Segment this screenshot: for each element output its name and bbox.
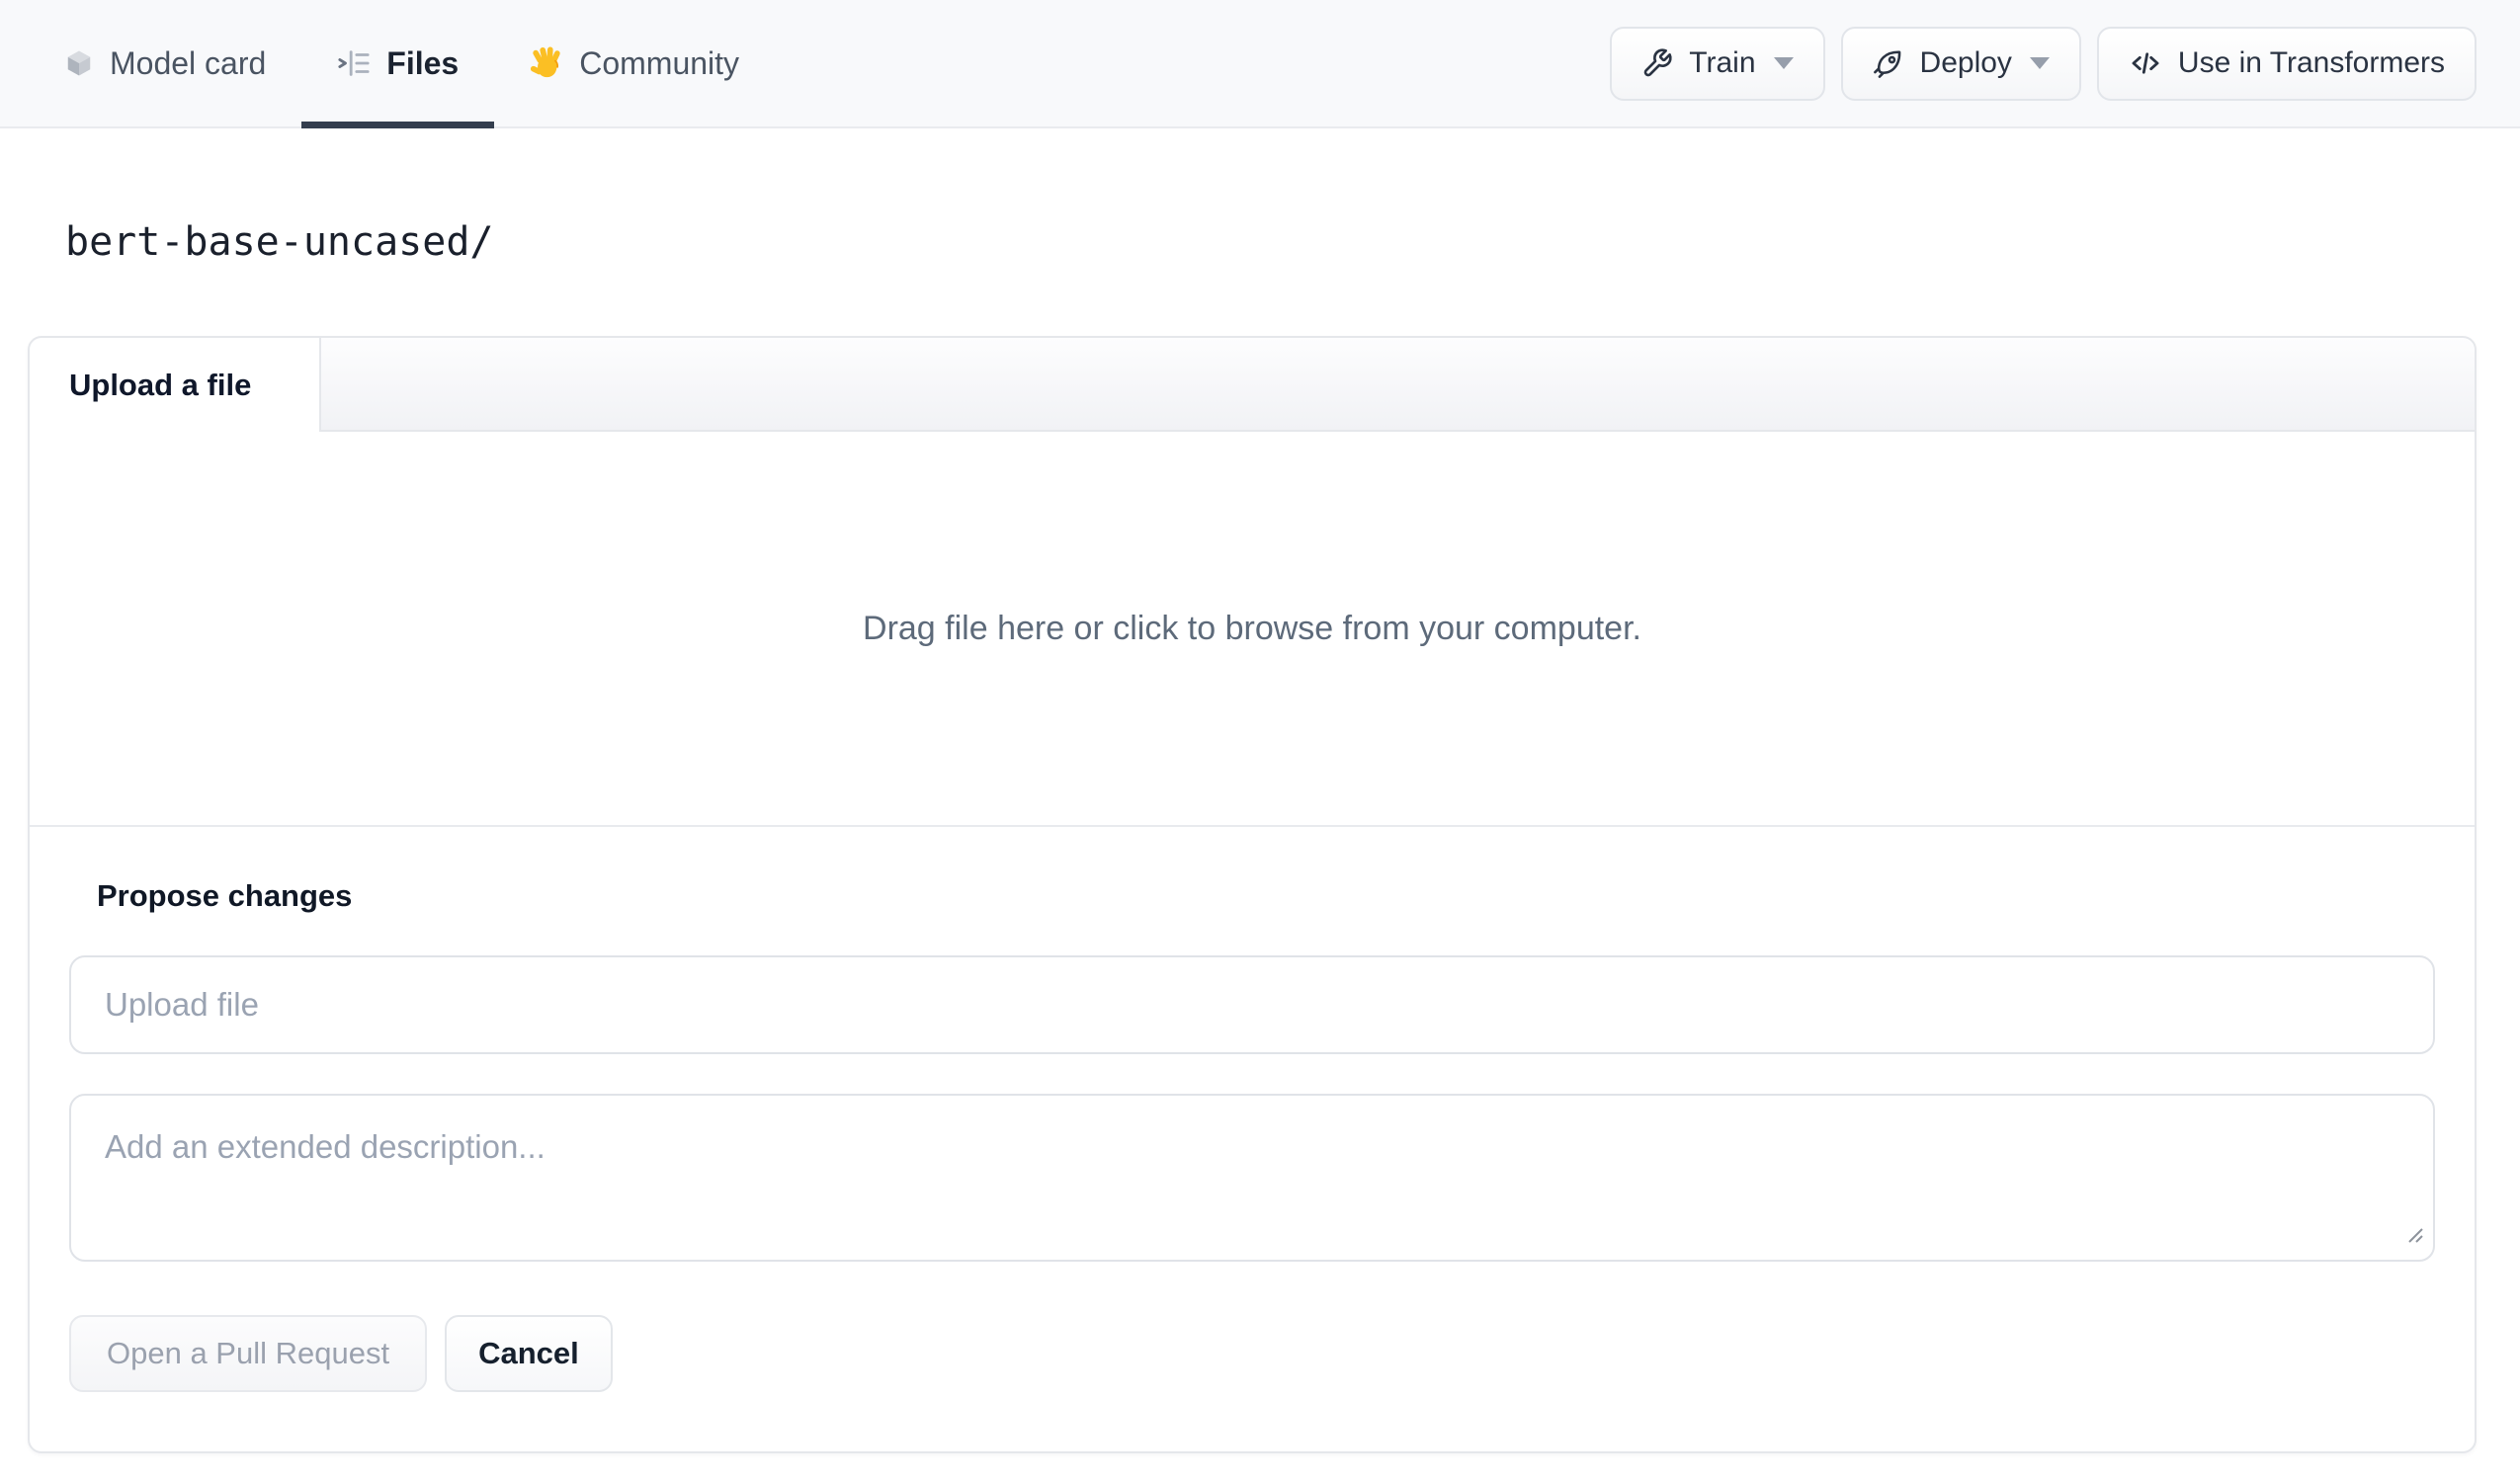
cancel-button[interactable]: Cancel: [445, 1315, 613, 1392]
repo-tab-bar: Model card Files Community: [29, 0, 775, 128]
propose-changes-section: Propose changes Open a Pull Request Canc…: [30, 827, 2475, 1451]
list-tree-icon: [337, 46, 371, 80]
propose-changes-heading: Propose changes: [97, 878, 353, 913]
dropzone-hint: Drag file here or click to browse from y…: [863, 609, 1641, 647]
open-pull-request-button[interactable]: Open a Pull Request: [69, 1315, 428, 1392]
upload-a-file-tab[interactable]: Upload a file: [30, 338, 321, 432]
upload-filename-input[interactable]: [69, 955, 2435, 1054]
upload-a-file-tab-label: Upload a file: [69, 367, 252, 402]
deploy-button-label: Deploy: [1919, 46, 2012, 79]
tab-model-card-label: Model card: [110, 44, 267, 81]
tab-community-label: Community: [579, 44, 740, 81]
file-dropzone[interactable]: Drag file here or click to browse from y…: [30, 432, 2475, 827]
chevron-down-icon: [1773, 57, 1794, 69]
train-button-label: Train: [1689, 46, 1756, 79]
wrench-icon: [1641, 47, 1673, 79]
propose-actions: Open a Pull Request Cancel: [69, 1315, 2435, 1392]
waving-hand-icon: [530, 46, 563, 80]
use-in-transformers-button[interactable]: Use in Transformers: [2096, 26, 2477, 101]
train-button[interactable]: Train: [1610, 26, 1825, 101]
repo-header: Model card Files Community Train Deploy …: [0, 0, 2520, 128]
tab-files[interactable]: Files: [301, 0, 495, 128]
code-icon: [2129, 46, 2162, 80]
tab-row-filler: [321, 338, 2475, 432]
deploy-button[interactable]: Deploy: [1840, 26, 2081, 101]
rocket-icon: [1873, 47, 1904, 79]
tab-model-card[interactable]: Model card: [29, 0, 301, 126]
upload-card: Upload a file Drag file here or click to…: [28, 336, 2477, 1453]
breadcrumb-path[interactable]: bert-base-uncased/: [65, 219, 493, 265]
cube-icon: [64, 48, 94, 78]
tab-files-label: Files: [386, 44, 460, 81]
tab-community[interactable]: Community: [494, 0, 775, 126]
active-tab-underline: [301, 122, 495, 128]
use-in-transformers-label: Use in Transformers: [2177, 46, 2445, 79]
description-field-wrap: [69, 1094, 2435, 1262]
chevron-down-icon: [2029, 57, 2050, 69]
extended-description-textarea[interactable]: [69, 1094, 2435, 1262]
breadcrumb[interactable]: bert-base-uncased/: [65, 219, 2520, 265]
upload-card-tab-row: Upload a file: [30, 338, 2475, 432]
repo-action-buttons: Train Deploy Use in Transformers: [1610, 26, 2477, 101]
